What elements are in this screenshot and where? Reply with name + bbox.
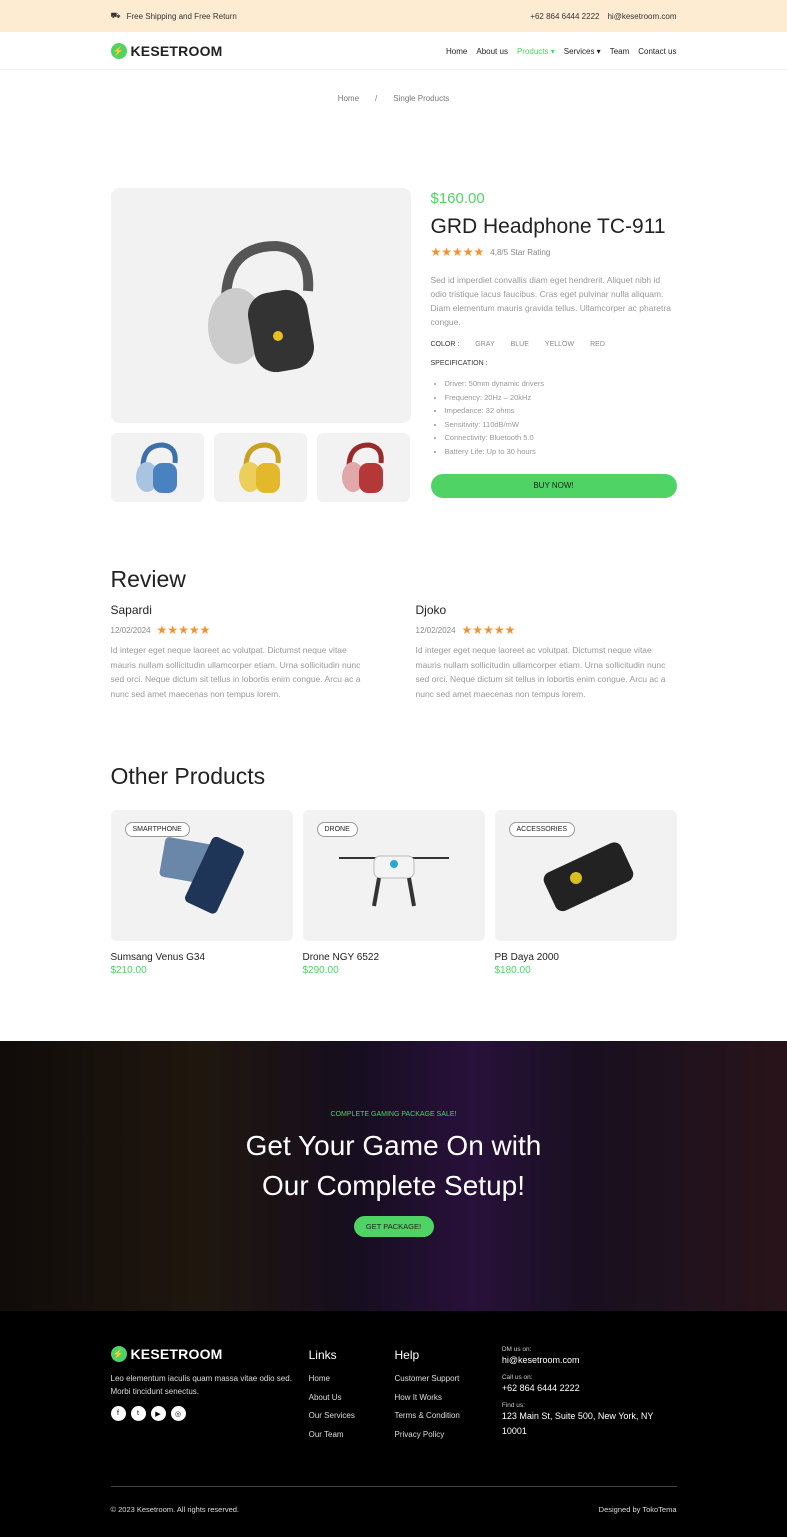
breadcrumb-current: Single Products <box>393 94 450 103</box>
product-title: GRD Headphone TC-911 <box>430 215 666 238</box>
footer-link-about[interactable]: About Us <box>309 1393 395 1402</box>
footer-about: Leo elementum iaculis quam massa vitae o… <box>110 1374 292 1396</box>
logo[interactable]: ⚡ KESETROOM <box>110 43 223 59</box>
nav-home[interactable]: Home <box>446 47 467 56</box>
footer-link-support[interactable]: Customer Support <box>394 1374 501 1383</box>
review-item: Sapardi 12/02/2024 ★★★★★ Id integer eget … <box>110 603 361 699</box>
bolt-logo-icon: ⚡ <box>110 1346 127 1362</box>
facebook-icon[interactable]: f <box>110 1406 126 1421</box>
topbar-phone[interactable]: +62 864 6444 2222 <box>530 12 599 21</box>
links-heading: Links <box>308 1348 337 1362</box>
shipping-text: Free Shipping and Free Return <box>126 11 237 21</box>
footer-phone[interactable]: +62 864 6444 2222 <box>502 1381 677 1396</box>
promo-kicker: COMPLETE GAMING PACKAGE SALE! <box>330 1111 457 1118</box>
thumbnail-blue[interactable] <box>110 433 204 502</box>
footer-link-terms[interactable]: Terms & Condition <box>394 1411 501 1420</box>
footer-email[interactable]: hi@kesetroom.com <box>502 1353 677 1368</box>
other-products-heading: Other Products <box>110 763 266 789</box>
breadcrumb: Home / Single Products <box>337 94 450 103</box>
powerbank-image <box>543 841 633 911</box>
color-options: COLOR : GRAY BLUE YELLOW RED <box>430 341 605 348</box>
truck-icon: ⛟ <box>110 11 121 20</box>
drone-image <box>338 855 449 906</box>
product-card[interactable]: ACCESSORIES PB Daya 2000 $180.00 <box>494 810 677 976</box>
main-nav: ⚡ KESETROOM Home About us Products ▾ Serv… <box>0 32 787 70</box>
footer: ⚡ KESETROOM Leo elementum iaculis quam ma… <box>0 1311 787 1537</box>
color-blue[interactable]: BLUE <box>511 341 529 348</box>
nav-contact[interactable]: Contact us <box>638 47 676 56</box>
product-detail: $160.00 GRD Headphone TC-911 ★★★★★ 4,8/5 … <box>110 188 677 502</box>
star-rating-icons: ★★★★★ <box>430 245 485 259</box>
color-gray[interactable]: GRAY <box>475 341 494 348</box>
nav-team[interactable]: Team <box>610 47 630 56</box>
spec-list: Driver: 50mm dynamic drivers Frequency: … <box>445 377 677 459</box>
spec-label: SPECIFICATION : <box>430 360 488 367</box>
category-badge: ACCESSORIES <box>508 822 576 837</box>
nav-services[interactable]: Services ▾ <box>564 47 601 56</box>
thumbnail-yellow[interactable] <box>213 433 307 502</box>
top-bar: ⛟ Free Shipping and Free Return +62 864 6… <box>0 0 787 32</box>
rating-text: 4,8/5 Star Rating <box>490 247 551 257</box>
footer-link-services[interactable]: Our Services <box>309 1411 395 1420</box>
other-products-section: Other Products SMARTPHONE Sumsang Venus … <box>110 763 677 976</box>
breadcrumb-home[interactable]: Home <box>338 94 359 103</box>
footer-logo[interactable]: ⚡ KESETROOM <box>110 1346 309 1362</box>
designed-by[interactable]: Designed by TokoTema <box>599 1505 677 1514</box>
promo-heading: Get Your Game On with Our Complete Setup! <box>245 1130 542 1201</box>
help-heading: Help <box>394 1348 420 1362</box>
topbar-email[interactable]: hi@kesetroom.com <box>607 12 676 21</box>
footer-link-how[interactable]: How It Works <box>394 1393 501 1402</box>
gaming-promo-banner: COMPLETE GAMING PACKAGE SALE! Get Your G… <box>0 1041 787 1311</box>
product-main-image <box>110 188 411 423</box>
review-heading: Review <box>110 566 186 592</box>
review-section: Review Sapardi 12/02/2024 ★★★★★ Id intege… <box>111 566 677 701</box>
copyright: © 2023 Kesetroom. All rights reserved. <box>110 1505 240 1514</box>
nav-products[interactable]: Products ▾ <box>517 47 555 56</box>
bolt-logo-icon: ⚡ <box>110 43 127 59</box>
product-card[interactable]: DRONE Drone NGY 6522 $290.00 <box>302 810 485 976</box>
footer-link-home[interactable]: Home <box>309 1374 395 1383</box>
footer-link-privacy[interactable]: Privacy Policy <box>394 1430 501 1439</box>
product-price: $160.00 <box>430 190 485 207</box>
product-description: Sed id imperdiet convallis diam eget hen… <box>430 275 671 327</box>
nav-about[interactable]: About us <box>476 47 508 56</box>
star-icons: ★★★★★ <box>461 623 516 637</box>
footer-link-team[interactable]: Our Team <box>309 1430 395 1439</box>
review-item: Djoko 12/02/2024 ★★★★★ Id integer eget ne… <box>415 603 666 699</box>
category-badge: DRONE <box>316 822 358 837</box>
get-package-button[interactable]: GET PACKAGE! <box>353 1216 434 1237</box>
color-yellow[interactable]: YELLOW <box>545 341 574 348</box>
footer-address: 123 Main St, Suite 500, New York, NY 100… <box>501 1411 654 1436</box>
instagram-icon[interactable]: ◎ <box>170 1406 186 1421</box>
product-card[interactable]: SMARTPHONE Sumsang Venus G34 $210.00 <box>110 810 293 976</box>
star-icons: ★★★★★ <box>156 623 211 637</box>
youtube-icon[interactable]: ▶ <box>150 1406 166 1421</box>
buy-now-button[interactable]: BUY NOW! <box>430 473 677 498</box>
smartphone-image <box>159 836 244 914</box>
twitter-icon[interactable]: t <box>130 1406 146 1421</box>
category-badge: SMARTPHONE <box>124 822 190 837</box>
color-red[interactable]: RED <box>590 341 605 348</box>
thumbnail-red[interactable] <box>316 433 410 502</box>
